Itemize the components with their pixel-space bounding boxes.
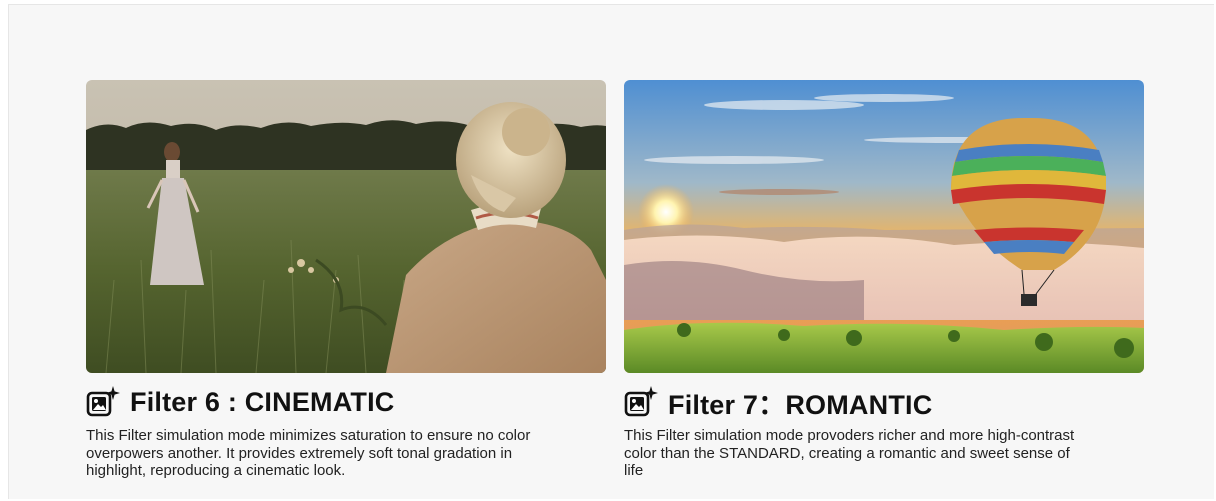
filter-card-cinematic: Filter 6 : CINEMATIC This Filter simulat… [86,80,606,480]
filter-title: Filter 7：ROMANTIC [668,389,933,420]
filter-title-row: Filter 6 : CINEMATIC [86,385,606,419]
filter-photo-sparkle-icon [624,386,658,417]
filter-title: Filter 6 : CINEMATIC [130,386,395,417]
filter-title-row: Filter 7：ROMANTIC [624,385,1144,420]
filter-description: This Filter simulation mode minimizes sa… [86,427,531,479]
filter-card-romantic: Filter 7：ROMANTIC This Filter simulation… [624,80,1144,480]
filter-photo-sparkle-icon [86,386,120,417]
cinematic-sample-photo [86,80,606,373]
filter-description: This Filter simulation mode provoders ri… [624,427,1075,479]
romantic-sample-photo [624,80,1144,373]
